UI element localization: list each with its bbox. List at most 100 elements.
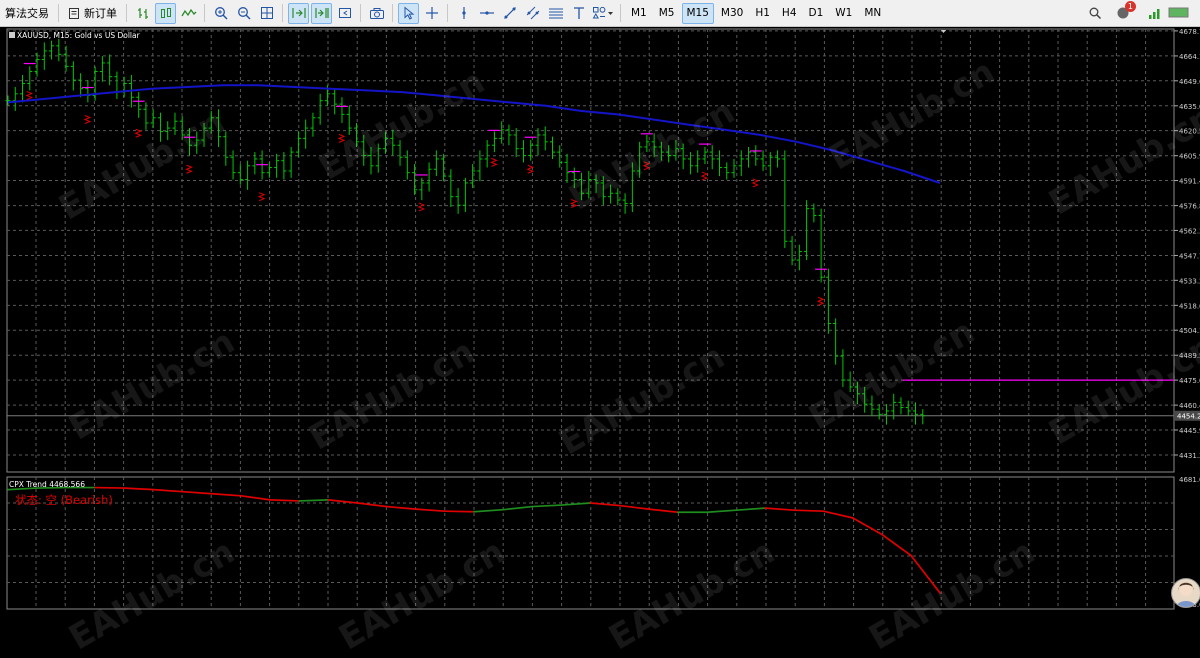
timeframe-d1[interactable]: D1 xyxy=(804,3,829,24)
fibonacci-icon xyxy=(548,8,563,19)
algo-trading-button[interactable]: 算法交易 xyxy=(1,3,53,24)
toolbar-separator xyxy=(126,4,127,22)
connection-bars-icon xyxy=(1168,7,1189,18)
indicator-line-segment xyxy=(735,507,767,512)
horizontal-line-button[interactable] xyxy=(476,3,497,24)
timeframe-label: MN xyxy=(864,7,882,19)
indicator-line-segment xyxy=(385,505,417,511)
indicator-line-segment xyxy=(298,499,330,502)
chart-symbol-label: XAUUSD, M15: Gold vs US Dollar xyxy=(9,31,140,40)
search-icon xyxy=(1089,7,1101,20)
crosshair-button[interactable] xyxy=(421,3,442,24)
price-tick-label: 4591.4 xyxy=(1179,178,1200,186)
timeframe-m30[interactable]: M30 xyxy=(716,3,748,24)
timeframe-w1[interactable]: W1 xyxy=(830,3,857,24)
signal-strength-button[interactable] xyxy=(1144,3,1165,24)
timeframe-label: H1 xyxy=(755,7,770,19)
zoom-out-button[interactable] xyxy=(233,3,254,24)
indicator-line-segment xyxy=(94,486,126,489)
toolbar-separator xyxy=(204,4,205,22)
bar-chart-button[interactable] xyxy=(132,3,153,24)
vertical-line-button[interactable] xyxy=(453,3,474,24)
shapes-dropdown-button[interactable] xyxy=(591,3,615,24)
timeframe-label: D1 xyxy=(808,7,824,19)
new-order-button[interactable]: 新订单 xyxy=(64,3,121,24)
timeframe-m1[interactable]: M1 xyxy=(626,3,652,24)
cursor-button[interactable] xyxy=(398,2,419,24)
toolbar-separator xyxy=(360,4,361,22)
timeframe-label: M1 xyxy=(631,7,647,19)
zoom-in-icon xyxy=(214,7,228,20)
indicator-line-segment xyxy=(444,510,475,513)
sell-signal-arrow xyxy=(257,192,266,202)
chart-shift-icon xyxy=(314,8,329,18)
bar-chart-icon xyxy=(137,8,148,19)
indicator-line-segment xyxy=(240,494,271,501)
shapes-icon xyxy=(592,6,613,19)
price-tick-label: 4576.8 xyxy=(1179,203,1200,211)
timeframe-mn[interactable]: MN xyxy=(859,3,886,24)
timeframe-h4[interactable]: H4 xyxy=(777,3,802,24)
candle-chart-button[interactable] xyxy=(155,2,176,24)
cursor-icon xyxy=(404,6,414,20)
price-tick-label: 4445.9 xyxy=(1179,427,1200,435)
autoscroll-button[interactable] xyxy=(288,2,309,24)
line-chart-button[interactable] xyxy=(178,3,199,24)
autoscroll-icon xyxy=(291,8,306,18)
sell-signal-arrow xyxy=(490,157,498,167)
connection-status xyxy=(1167,3,1191,24)
timeframe-label: M15 xyxy=(686,7,709,19)
timeframe-label: M30 xyxy=(720,7,744,19)
notifications-button[interactable]: 1 xyxy=(1112,0,1136,24)
screenshot-button[interactable] xyxy=(366,3,387,24)
indicator-line-segment xyxy=(414,508,446,513)
price-tick-label: 4664.1 xyxy=(1179,53,1200,61)
avatar[interactable] xyxy=(1171,578,1200,608)
indicator-line-segment xyxy=(531,504,563,508)
trend-line-button[interactable] xyxy=(499,3,520,24)
indicator-line-segment xyxy=(152,488,184,493)
chart-shift-button[interactable] xyxy=(311,2,332,24)
fibonacci-button[interactable] xyxy=(545,3,566,24)
notification-badge: 1 xyxy=(1124,0,1136,12)
indicator-name-label: CPX Trend 4468.566 xyxy=(9,480,85,489)
grid-icon xyxy=(260,7,273,19)
vertical-line-icon xyxy=(461,7,466,19)
timeframe-m15[interactable]: M15 xyxy=(681,2,714,24)
sell-signal-arrow xyxy=(700,171,709,181)
camera-icon xyxy=(369,8,384,19)
price-tick-label: 4678.7 xyxy=(1179,28,1200,36)
chart-canvas[interactable]: 4678.74664.14649.64635.04620.54605.94591… xyxy=(0,27,1200,611)
indicator-line-segment xyxy=(269,499,301,502)
sell-signal-arrow xyxy=(185,164,193,174)
search-button[interactable] xyxy=(1084,3,1105,24)
indicator-line-segment xyxy=(880,533,912,557)
toolbar-separator xyxy=(620,4,621,22)
timeframe-h1[interactable]: H1 xyxy=(750,3,775,24)
indicator-line-segment xyxy=(706,509,737,514)
indicator-line-segment xyxy=(123,487,155,491)
symbol-menu-icon[interactable] xyxy=(9,32,15,38)
tile-windows-button[interactable] xyxy=(256,3,277,24)
candlestick-icon xyxy=(160,8,171,18)
timeframe-m5[interactable]: M5 xyxy=(654,3,680,24)
indicator-line-segment xyxy=(822,510,854,519)
timeframe-label: H4 xyxy=(781,7,797,19)
indicator-line-segment xyxy=(793,509,825,513)
scroll-back-icon xyxy=(338,8,351,18)
timeframe-label: M5 xyxy=(658,7,675,19)
indicator-top-value: 4681.0 xyxy=(1179,476,1200,484)
toolbar-separator xyxy=(447,4,448,22)
price-tick-label: 4562.3 xyxy=(1179,227,1200,235)
symbol-text: XAUUSD, M15: Gold vs US Dollar xyxy=(17,31,140,40)
zoom-in-button[interactable] xyxy=(210,3,231,24)
toolbar-separator xyxy=(58,4,59,22)
text-button[interactable] xyxy=(568,3,589,24)
toolbar-separator xyxy=(392,4,393,22)
price-tick-label: 4533.2 xyxy=(1179,277,1200,285)
chart-window[interactable]: 4678.74664.14649.64635.04620.54605.94591… xyxy=(0,27,1200,611)
scroll-back-button[interactable] xyxy=(334,3,355,24)
equidistant-channel-button[interactable] xyxy=(522,3,543,24)
indicator-line-segment xyxy=(618,504,650,511)
signal-icon xyxy=(1148,9,1159,19)
